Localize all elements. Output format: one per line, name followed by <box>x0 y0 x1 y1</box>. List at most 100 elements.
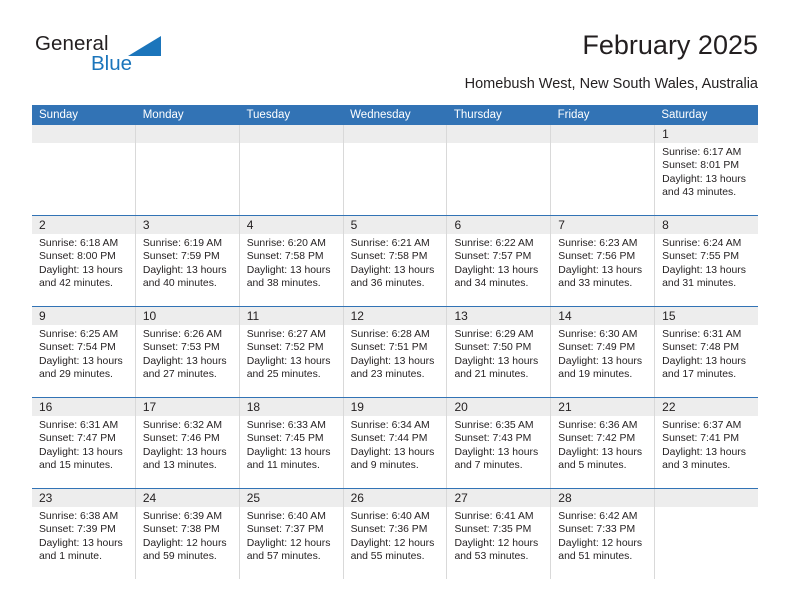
day-number: 28 <box>558 491 572 505</box>
calendar-weeks: 1 Sunrise: 6:17 AM Sunset: 8:01 PM Daylight… <box>32 125 759 579</box>
calendar-day-cell[interactable]: 9 Sunrise: 6:25 AM Sunset: 7:54 PM Daylight… <box>32 307 136 397</box>
calendar-day-cell[interactable]: 17 Sunrise: 6:32 AM Sunset: 7:46 PM Dayligh… <box>135 398 240 488</box>
sunrise-text: Sunrise: 6:37 AM <box>662 420 742 431</box>
calendar-day-cell[interactable]: 21 Sunrise: 6:36 AM Sunset: 7:42 PM Dayligh… <box>551 398 656 488</box>
day-number: 16 <box>39 400 53 414</box>
daylight-text: Daylight: 13 hours and 33 minutes. <box>558 264 643 289</box>
day-number: 1 <box>662 127 669 141</box>
calendar-day-cell[interactable]: 20 Sunrise: 6:35 AM Sunset: 7:43 PM Dayligh… <box>447 398 552 488</box>
day-details: Sunrise: 6:42 AM Sunset: 7:33 PM Daylight:… <box>551 507 654 563</box>
calendar-day-cell[interactable]: 25 Sunrise: 6:40 AM Sunset: 7:37 PM Dayligh… <box>239 489 344 579</box>
day-number: 26 <box>350 491 364 505</box>
daylight-text: Daylight: 12 hours and 59 minutes. <box>142 537 227 562</box>
sunset-text: Sunset: 7:44 PM <box>350 433 428 445</box>
sunrise-text: Sunrise: 6:38 AM <box>39 511 119 522</box>
day-number-band: 11 <box>239 307 343 325</box>
calendar-day-cell[interactable]: 18 Sunrise: 6:33 AM Sunset: 7:45 PM Dayligh… <box>239 398 344 488</box>
calendar-day-cell[interactable]: 5 Sunrise: 6:21 AM Sunset: 7:58 PM Daylight… <box>343 216 448 306</box>
day-number-band: 3 <box>135 216 239 234</box>
calendar-week-row: 16 Sunrise: 6:31 AM Sunset: 7:47 PM Dayligh… <box>32 397 759 488</box>
day-number-band: 23 <box>32 489 135 507</box>
day-number-band: 17 <box>135 398 239 416</box>
day-number-band <box>135 125 239 143</box>
sunset-text: Sunset: 7:46 PM <box>142 433 220 445</box>
daylight-text: Daylight: 13 hours and 11 minutes. <box>246 446 331 471</box>
day-details: Sunrise: 6:18 AM Sunset: 8:00 PM Daylight:… <box>32 234 135 290</box>
calendar-day-cell[interactable]: 3 Sunrise: 6:19 AM Sunset: 7:59 PM Daylight… <box>135 216 240 306</box>
calendar-day-cell-empty <box>135 125 240 215</box>
day-number-band: 8 <box>655 216 759 234</box>
daylight-text: Daylight: 13 hours and 5 minutes. <box>558 446 643 471</box>
day-details: Sunrise: 6:40 AM Sunset: 7:37 PM Daylight:… <box>240 507 343 563</box>
day-number-band: 18 <box>239 398 343 416</box>
calendar-day-cell[interactable]: 13 Sunrise: 6:29 AM Sunset: 7:50 PM Dayligh… <box>447 307 552 397</box>
calendar-day-cell[interactable]: 22 Sunrise: 6:37 AM Sunset: 7:41 PM Dayligh… <box>655 398 759 488</box>
sunset-text: Sunset: 7:36 PM <box>350 524 428 536</box>
calendar-day-cell[interactable]: 1 Sunrise: 6:17 AM Sunset: 8:01 PM Daylight… <box>655 125 759 215</box>
day-number-band <box>447 125 551 143</box>
calendar-day-cell[interactable]: 7 Sunrise: 6:23 AM Sunset: 7:56 PM Daylight… <box>551 216 656 306</box>
daylight-text: Daylight: 13 hours and 31 minutes. <box>662 264 746 289</box>
weekday-header-monday: Monday <box>142 109 184 121</box>
day-details: Sunrise: 6:41 AM Sunset: 7:35 PM Daylight:… <box>447 507 550 563</box>
day-number-band: 22 <box>655 398 759 416</box>
day-details: Sunrise: 6:21 AM Sunset: 7:58 PM Daylight:… <box>344 234 447 290</box>
day-number: 12 <box>350 309 364 323</box>
daylight-text: Daylight: 13 hours and 29 minutes. <box>39 355 123 380</box>
calendar-day-cell[interactable]: 15 Sunrise: 6:31 AM Sunset: 7:48 PM Dayligh… <box>655 307 759 397</box>
day-number: 8 <box>662 218 669 232</box>
calendar-day-cell[interactable]: 16 Sunrise: 6:31 AM Sunset: 7:47 PM Dayligh… <box>32 398 136 488</box>
calendar-day-cell-empty <box>32 125 136 215</box>
calendar-day-cell[interactable]: 14 Sunrise: 6:30 AM Sunset: 7:49 PM Dayligh… <box>551 307 656 397</box>
calendar-grid: Sunday Monday Tuesday Wednesday Thursday… <box>32 105 759 579</box>
calendar-day-cell-empty <box>655 489 759 579</box>
calendar-day-cell[interactable]: 12 Sunrise: 6:28 AM Sunset: 7:51 PM Dayligh… <box>343 307 448 397</box>
calendar-day-cell[interactable]: 10 Sunrise: 6:26 AM Sunset: 7:53 PM Dayligh… <box>135 307 240 397</box>
sunrise-text: Sunrise: 6:25 AM <box>39 329 119 340</box>
daylight-text: Daylight: 13 hours and 34 minutes. <box>454 264 539 289</box>
day-details: Sunrise: 6:23 AM Sunset: 7:56 PM Daylight:… <box>551 234 654 290</box>
calendar-day-cell[interactable]: 24 Sunrise: 6:39 AM Sunset: 7:38 PM Dayligh… <box>135 489 240 579</box>
calendar-day-cell[interactable]: 6 Sunrise: 6:22 AM Sunset: 7:57 PM Daylight… <box>447 216 552 306</box>
sunrise-text: Sunrise: 6:17 AM <box>662 147 742 158</box>
calendar-day-cell[interactable]: 26 Sunrise: 6:40 AM Sunset: 7:36 PM Dayligh… <box>343 489 448 579</box>
daylight-text: Daylight: 12 hours and 53 minutes. <box>454 537 539 562</box>
day-details: Sunrise: 6:19 AM Sunset: 7:59 PM Daylight:… <box>136 234 239 290</box>
daylight-text: Daylight: 12 hours and 55 minutes. <box>350 537 435 562</box>
calendar-day-cell[interactable]: 23 Sunrise: 6:38 AM Sunset: 7:39 PM Dayligh… <box>32 489 136 579</box>
daylight-text: Daylight: 13 hours and 43 minutes. <box>662 173 746 198</box>
sunrise-text: Sunrise: 6:20 AM <box>246 238 326 249</box>
sunrise-text: Sunrise: 6:29 AM <box>454 329 534 340</box>
calendar-day-cell[interactable]: 27 Sunrise: 6:41 AM Sunset: 7:35 PM Dayligh… <box>447 489 552 579</box>
day-number-band: 4 <box>239 216 343 234</box>
day-details: Sunrise: 6:25 AM Sunset: 7:54 PM Daylight:… <box>32 325 135 381</box>
day-number-band: 9 <box>32 307 135 325</box>
day-number-band <box>655 489 759 507</box>
sunrise-text: Sunrise: 6:30 AM <box>558 329 638 340</box>
day-details: Sunrise: 6:17 AM Sunset: 8:01 PM Daylight:… <box>655 143 758 199</box>
calendar-day-cell[interactable]: 11 Sunrise: 6:27 AM Sunset: 7:52 PM Dayligh… <box>239 307 344 397</box>
calendar-day-cell[interactable]: 28 Sunrise: 6:42 AM Sunset: 7:33 PM Dayligh… <box>551 489 656 579</box>
day-number-band: 15 <box>655 307 759 325</box>
day-number: 4 <box>246 218 254 232</box>
day-number: 13 <box>454 309 468 323</box>
calendar-day-cell[interactable]: 8 Sunrise: 6:24 AM Sunset: 7:55 PM Daylight… <box>655 216 759 306</box>
day-number-band: 1 <box>655 125 759 143</box>
day-number-band: 2 <box>32 216 135 234</box>
day-number-band <box>239 125 343 143</box>
sunrise-text: Sunrise: 6:35 AM <box>454 420 534 431</box>
weekday-header-saturday: Saturday <box>661 109 708 121</box>
sunrise-text: Sunrise: 6:41 AM <box>454 511 534 522</box>
day-number-band: 28 <box>551 489 655 507</box>
day-number-band: 5 <box>343 216 447 234</box>
daylight-text: Daylight: 13 hours and 13 minutes. <box>142 446 227 471</box>
day-details: Sunrise: 6:29 AM Sunset: 7:50 PM Daylight:… <box>447 325 550 381</box>
day-details: Sunrise: 6:35 AM Sunset: 7:43 PM Daylight:… <box>447 416 550 472</box>
calendar-day-cell[interactable]: 2 Sunrise: 6:18 AM Sunset: 8:00 PM Daylight… <box>32 216 136 306</box>
calendar-day-cell[interactable]: 19 Sunrise: 6:34 AM Sunset: 7:44 PM Dayligh… <box>343 398 448 488</box>
calendar-day-cell[interactable]: 4 Sunrise: 6:20 AM Sunset: 7:58 PM Daylight… <box>239 216 344 306</box>
sunset-text: Sunset: 7:59 PM <box>142 251 220 263</box>
daylight-text: Daylight: 13 hours and 7 minutes. <box>454 446 539 471</box>
day-number-band: 20 <box>447 398 551 416</box>
day-details: Sunrise: 6:30 AM Sunset: 7:49 PM Daylight:… <box>551 325 654 381</box>
